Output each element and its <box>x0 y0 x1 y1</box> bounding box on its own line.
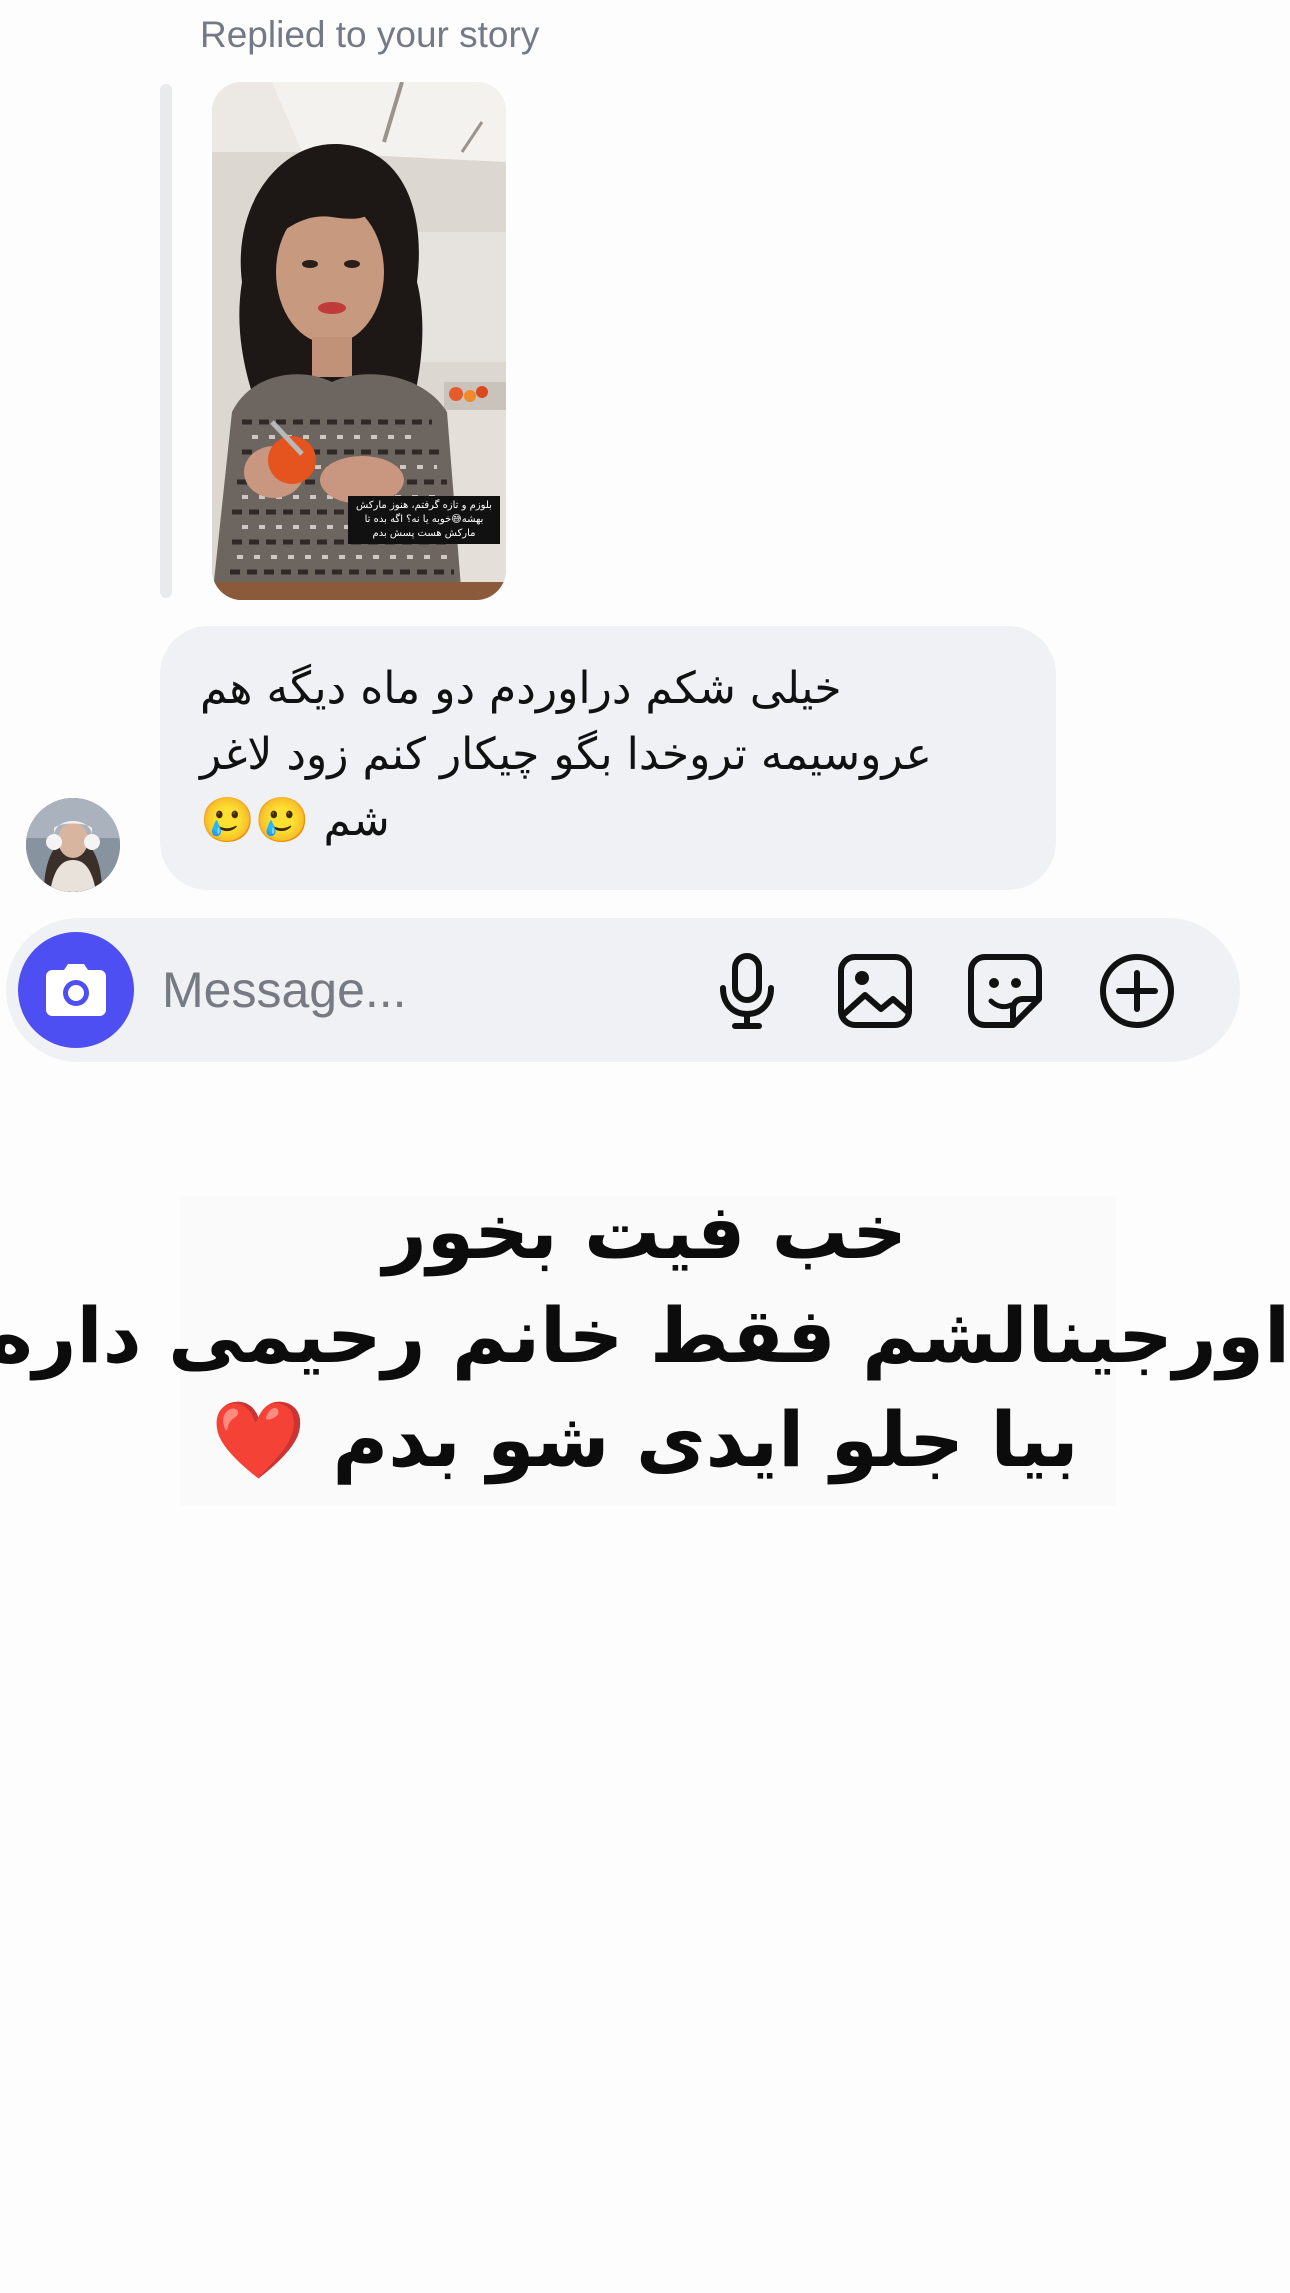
reply-indicator-bar <box>160 84 172 598</box>
caption-line-2: اورجینالشم فقط خانم رحیمی داره <box>0 1291 1290 1380</box>
heart-icon: ❤️ <box>211 1395 307 1484</box>
message-input[interactable] <box>162 958 682 1022</box>
microphone-icon <box>720 953 774 1029</box>
camera-button[interactable] <box>18 932 134 1048</box>
sticker-button[interactable] <box>966 952 1044 1030</box>
caption-line-3-wrap: بیا جلو ایدی شو بدم ❤️ <box>0 1388 1290 1492</box>
camera-icon <box>46 964 106 1016</box>
sticker-icon <box>968 954 1042 1028</box>
story-thumbnail[interactable]: بلوزم و تازه گرفتم، هنوز مارکش بهشه😅خوبه… <box>212 82 506 600</box>
message-composer <box>6 918 1240 1062</box>
plus-circle-icon <box>1100 954 1174 1028</box>
story-caption: بلوزم و تازه گرفتم، هنوز مارکش بهشه😅خوبه… <box>348 496 500 544</box>
sender-avatar[interactable] <box>26 798 120 892</box>
received-message-text: خیلی شکم دراوردم دو ماه دیگه هم عروسیمه … <box>200 663 932 846</box>
microphone-button[interactable] <box>708 952 786 1030</box>
overlay-caption: خب فیت بخور اورجینالشم فقط خانم رحیمی دا… <box>0 1180 1290 1492</box>
received-message-bubble[interactable]: خیلی شکم دراوردم دو ماه دیگه هم عروسیمه … <box>160 626 1056 890</box>
caption-line-3: بیا جلو ایدی شو بدم <box>332 1395 1079 1484</box>
replied-to-story-label: Replied to your story <box>200 14 540 55</box>
gallery-icon <box>838 954 912 1028</box>
gallery-button[interactable] <box>836 952 914 1030</box>
caption-line-1: خب فیت بخور <box>382 1187 908 1276</box>
more-options-button[interactable] <box>1098 952 1176 1030</box>
